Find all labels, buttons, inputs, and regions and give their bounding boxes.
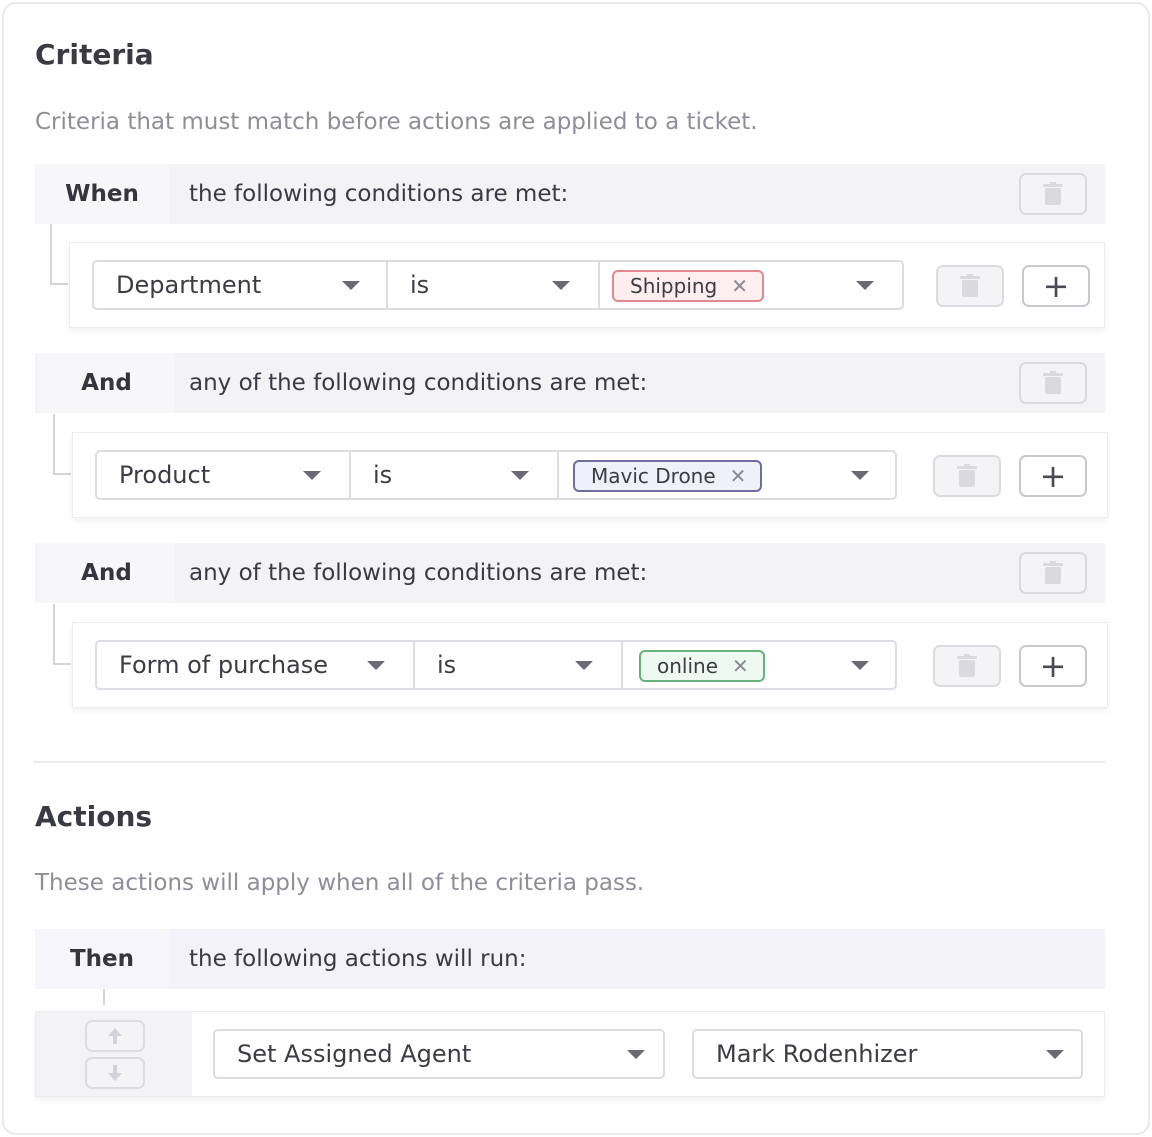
condition-select: Form of purchase is online ✕ — [95, 640, 897, 690]
field-select[interactable]: Product — [97, 452, 351, 498]
chevron-down-icon — [1046, 1050, 1064, 1059]
add-condition-button[interactable]: + — [1019, 455, 1087, 497]
criteria-title: Criteria — [35, 38, 154, 71]
field-value: Department — [116, 271, 262, 299]
chevron-down-icon — [511, 471, 529, 480]
group-keyword: When — [35, 164, 169, 224]
action-row: Set Assigned Agent Mark Rodenhizer — [35, 1011, 1105, 1097]
group-text: the following actions will run: — [189, 946, 527, 972]
field-value: Form of purchase — [119, 651, 329, 679]
delete-group-button[interactable] — [1019, 362, 1087, 404]
close-icon[interactable]: ✕ — [730, 464, 747, 488]
action-type-value-wrap: Set Assigned Agent — [215, 1031, 663, 1077]
group-text: any of the following conditions are met: — [189, 370, 648, 396]
plus-icon: + — [1039, 457, 1067, 495]
chevron-down-icon — [627, 1050, 645, 1059]
operator-select[interactable]: is — [388, 262, 600, 308]
tree-connector — [53, 414, 71, 475]
trash-icon — [1043, 371, 1063, 394]
operator-select[interactable]: is — [351, 452, 559, 498]
action-value-wrap: Mark Rodenhizer — [694, 1031, 1081, 1077]
reorder-controls — [36, 1012, 192, 1096]
move-up-button[interactable] — [85, 1020, 145, 1052]
field-select[interactable]: Department — [94, 262, 388, 308]
group-keyword: Then — [35, 929, 169, 989]
operator-value: is — [373, 461, 393, 489]
tag-label: Mavic Drone — [591, 464, 716, 488]
chevron-down-icon — [367, 661, 385, 670]
close-icon[interactable]: ✕ — [731, 274, 748, 298]
tag-label: Shipping — [630, 274, 718, 298]
action-type-value: Set Assigned Agent — [237, 1040, 472, 1068]
actions-group-then: Then the following actions will run: — [35, 929, 1105, 989]
value-select[interactable]: Mavic Drone ✕ — [559, 452, 895, 498]
value-tag: online ✕ — [639, 650, 765, 682]
tree-connector — [53, 604, 71, 665]
field-value: Product — [119, 461, 211, 489]
chevron-down-icon — [575, 661, 593, 670]
group-text: any of the following conditions are met: — [189, 560, 648, 586]
operator-value: is — [437, 651, 457, 679]
chevron-down-icon — [856, 281, 874, 290]
criteria-description: Criteria that must match before actions … — [35, 109, 758, 135]
operator-value: is — [410, 271, 430, 299]
chevron-down-icon — [851, 471, 869, 480]
delete-group-button[interactable] — [1019, 173, 1087, 215]
value-select[interactable]: online ✕ — [623, 642, 895, 688]
condition-select: Product is Mavic Drone ✕ — [95, 450, 897, 500]
chevron-down-icon — [303, 471, 321, 480]
condition-row: Department is Shipping ✕ + — [69, 242, 1105, 328]
group-keyword: And — [38, 543, 175, 603]
trash-icon — [957, 464, 977, 487]
move-down-button[interactable] — [85, 1057, 145, 1089]
trash-icon — [1043, 182, 1063, 205]
arrow-down-icon — [108, 1065, 122, 1081]
criteria-group-and: And any of the following conditions are … — [35, 353, 1105, 413]
tree-connector — [50, 224, 68, 285]
group-keyword: And — [38, 353, 175, 413]
action-value-select[interactable]: Mark Rodenhizer — [692, 1029, 1083, 1079]
action-value: Mark Rodenhizer — [716, 1040, 918, 1068]
plus-icon: + — [1042, 267, 1070, 305]
section-divider — [33, 761, 1105, 763]
chevron-down-icon — [851, 661, 869, 670]
field-select[interactable]: Form of purchase — [97, 642, 415, 688]
delete-condition-button[interactable] — [933, 645, 1001, 687]
group-text: the following conditions are met: — [189, 181, 569, 207]
chevron-down-icon — [342, 281, 360, 290]
condition-row: Form of purchase is online ✕ + — [72, 622, 1108, 708]
condition-select: Department is Shipping ✕ — [92, 260, 904, 310]
delete-condition-button[interactable] — [933, 455, 1001, 497]
trash-icon — [960, 274, 980, 297]
add-condition-button[interactable]: + — [1022, 265, 1090, 307]
criteria-group-when: When the following conditions are met: — [35, 164, 1105, 224]
close-icon[interactable]: ✕ — [732, 654, 749, 678]
trash-icon — [957, 654, 977, 677]
delete-condition-button[interactable] — [936, 265, 1004, 307]
actions-description: These actions will apply when all of the… — [35, 870, 645, 896]
value-tag: Shipping ✕ — [612, 270, 765, 302]
actions-title: Actions — [35, 800, 153, 833]
condition-row: Product is Mavic Drone ✕ + — [72, 432, 1108, 518]
operator-select[interactable]: is — [415, 642, 623, 688]
delete-group-button[interactable] — [1019, 552, 1087, 594]
arrow-up-icon — [108, 1028, 122, 1044]
chevron-down-icon — [552, 281, 570, 290]
tree-connector — [103, 989, 105, 1005]
trash-icon — [1043, 561, 1063, 584]
plus-icon: + — [1039, 647, 1067, 685]
criteria-group-and: And any of the following conditions are … — [35, 543, 1105, 603]
tag-label: online — [657, 654, 719, 678]
action-type-select[interactable]: Set Assigned Agent — [213, 1029, 665, 1079]
value-select[interactable]: Shipping ✕ — [600, 262, 902, 308]
add-condition-button[interactable]: + — [1019, 645, 1087, 687]
value-tag: Mavic Drone ✕ — [573, 460, 763, 492]
